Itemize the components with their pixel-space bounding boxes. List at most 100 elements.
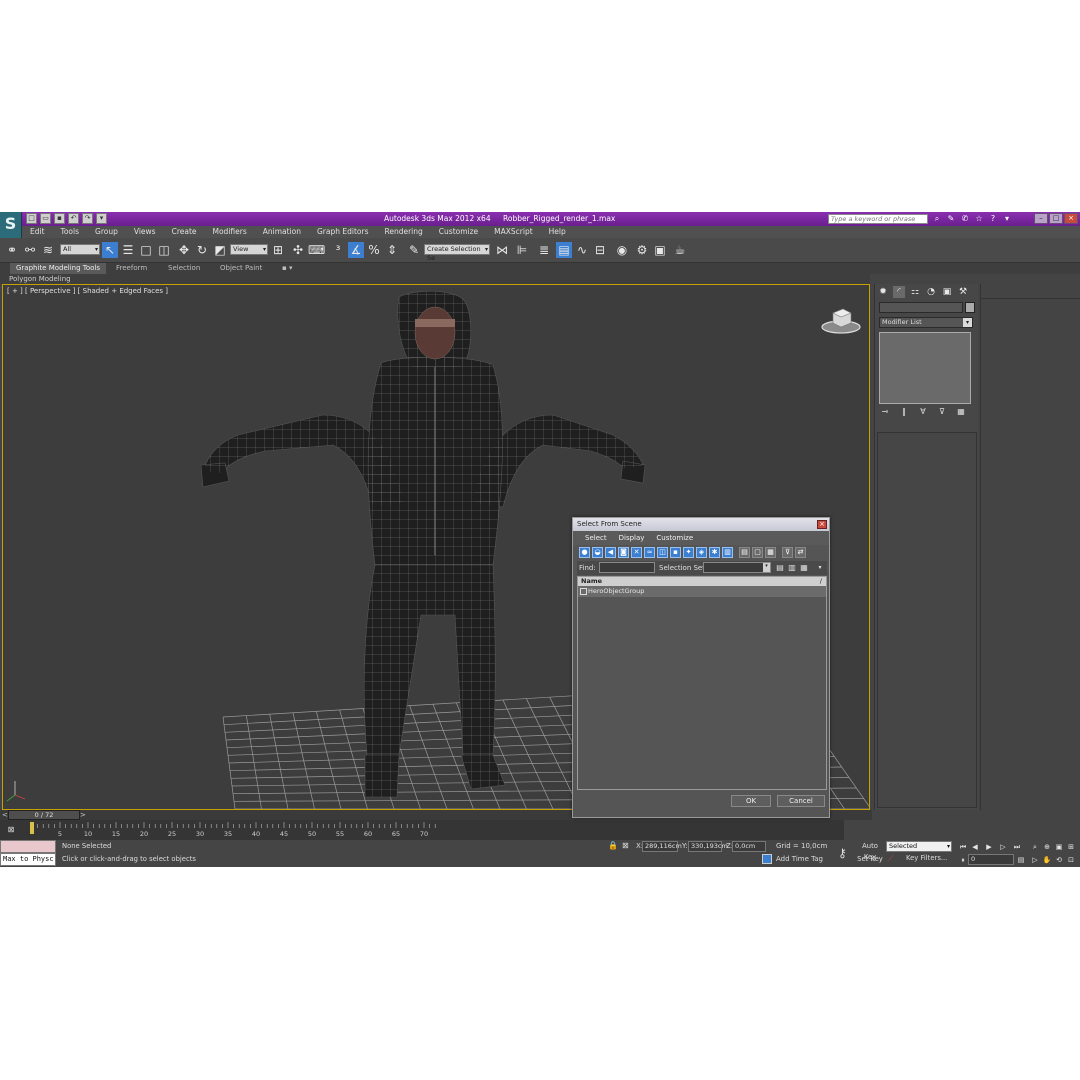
- bind-space-warp-icon[interactable]: ≋: [40, 242, 56, 258]
- menu-rendering[interactable]: Rendering: [376, 226, 430, 238]
- select-invert-icon[interactable]: ▦: [765, 547, 776, 558]
- search-input[interactable]: Type a keyword or phrase: [828, 214, 928, 224]
- menu-modifiers[interactable]: Modifiers: [205, 226, 255, 238]
- link-icon[interactable]: ⚭: [4, 242, 20, 258]
- remove-from-selection-set-icon[interactable]: ▦: [799, 562, 809, 573]
- key-mode-dropdown[interactable]: Selected ▾: [886, 841, 952, 852]
- favorites-icon[interactable]: ☆: [974, 213, 984, 224]
- maxscript-listener-input[interactable]: [0, 840, 56, 853]
- window-crossing-icon[interactable]: ◫: [156, 242, 172, 258]
- modifier-list-dropdown[interactable]: Modifier List ▾: [879, 317, 973, 328]
- align-icon[interactable]: ⊫: [514, 242, 530, 258]
- polygon-modeling-label[interactable]: Polygon Modeling: [9, 274, 71, 284]
- percent-snap-icon[interactable]: %: [366, 242, 382, 258]
- sync-selection-icon[interactable]: ⇄: [795, 547, 806, 558]
- field-of-view-icon[interactable]: ▷: [1030, 855, 1040, 865]
- tab-graphite-modeling-tools[interactable]: Graphite Modeling Tools: [10, 263, 107, 274]
- make-unique-icon[interactable]: ∀: [917, 406, 929, 418]
- reference-coordinate-dropdown[interactable]: View ▾: [230, 244, 268, 255]
- menu-create[interactable]: Create: [164, 226, 205, 238]
- rotate-icon[interactable]: ↻: [194, 242, 210, 258]
- y-coordinate-field[interactable]: 330,193cm: [688, 841, 728, 852]
- angle-snap-icon[interactable]: ∡: [348, 242, 364, 258]
- key-icon[interactable]: ⚷: [838, 846, 847, 860]
- menu-edit[interactable]: Edit: [22, 226, 53, 238]
- previous-frame-icon[interactable]: ◀: [970, 842, 980, 852]
- ok-button[interactable]: OK: [731, 795, 771, 807]
- zoom-all-icon[interactable]: ⊕: [1042, 842, 1052, 852]
- absolute-mode-icon[interactable]: ⊠: [622, 841, 629, 850]
- redo-icon[interactable]: ↷: [82, 213, 93, 224]
- add-to-selection-set-icon[interactable]: ▥: [787, 562, 797, 573]
- rendered-frame-icon[interactable]: ▣: [652, 242, 668, 258]
- selection-filter-dropdown[interactable]: All ▾: [60, 244, 100, 255]
- xref-filter-icon[interactable]: ▪: [670, 547, 681, 558]
- current-frame-field[interactable]: 0: [968, 854, 1014, 865]
- group-filter-icon[interactable]: ◫: [657, 547, 668, 558]
- hidden-filter-icon[interactable]: ▥: [722, 547, 733, 558]
- hierarchy-tab-icon[interactable]: ⚏: [909, 286, 921, 298]
- select-by-name-icon[interactable]: ☰: [120, 242, 136, 258]
- display-tab-icon[interactable]: ▣: [941, 286, 953, 298]
- set-key-button[interactable]: Set Key: [856, 854, 884, 865]
- remove-modifier-icon[interactable]: ⊽: [936, 406, 948, 418]
- key-mode-toggle-icon[interactable]: ⏸: [958, 855, 968, 865]
- dialog-menu-display[interactable]: Display: [613, 531, 651, 545]
- go-to-end-icon[interactable]: ⏭: [1012, 842, 1022, 852]
- help-icon[interactable]: ?: [988, 213, 998, 224]
- filter-icon[interactable]: ⊽: [782, 547, 793, 558]
- create-selection-set-icon[interactable]: ▤: [775, 562, 785, 573]
- zoom-icon[interactable]: ⌕: [1030, 842, 1040, 852]
- geometry-filter-icon[interactable]: ●: [579, 547, 590, 558]
- unlink-icon[interactable]: ⚯: [22, 242, 38, 258]
- ribbon-options-icon[interactable]: ▪ ▾: [276, 263, 298, 274]
- maximize-icon[interactable]: □: [1049, 213, 1063, 224]
- render-production-icon[interactable]: ☕: [672, 242, 688, 258]
- communication-icon[interactable]: ✆: [960, 213, 970, 224]
- play-icon[interactable]: ▶: [984, 842, 994, 852]
- project-folder-icon[interactable]: ▾: [96, 213, 107, 224]
- maximize-viewport-icon[interactable]: ⊡: [1066, 855, 1076, 865]
- time-configuration-icon[interactable]: ▤: [1016, 855, 1026, 865]
- frozen-filter-icon[interactable]: ✱: [709, 547, 720, 558]
- list-column-header[interactable]: Name /: [578, 577, 826, 586]
- edit-named-selection-icon[interactable]: ✎: [406, 242, 422, 258]
- open-mini-curve-editor-icon[interactable]: ⊠: [4, 823, 18, 837]
- select-manipulate-icon[interactable]: ✣: [290, 242, 306, 258]
- close-icon[interactable]: ×: [817, 520, 827, 529]
- next-frame-icon[interactable]: ▷: [998, 842, 1008, 852]
- dialog-menu-select[interactable]: Select: [579, 531, 613, 545]
- zoom-extents-all-icon[interactable]: ⊞: [1066, 842, 1076, 852]
- go-to-start-icon[interactable]: ⏮: [958, 842, 968, 852]
- shape-filter-icon[interactable]: ◒: [592, 547, 603, 558]
- pan-icon[interactable]: ✋: [1042, 855, 1052, 865]
- create-tab-icon[interactable]: ✹: [877, 286, 889, 298]
- time-slider-thumb[interactable]: 0 / 72: [8, 810, 80, 820]
- dialog-menu-customize[interactable]: Customize: [650, 531, 699, 545]
- menu-help[interactable]: Help: [541, 226, 574, 238]
- tab-object-paint[interactable]: Object Paint: [214, 263, 268, 274]
- add-time-tag-button[interactable]: Add Time Tag: [762, 854, 823, 864]
- time-slider-right-arrow[interactable]: >: [80, 811, 86, 819]
- list-item[interactable]: HeroObjectGroup: [578, 586, 826, 597]
- menu-graph-editors[interactable]: Graph Editors: [309, 226, 377, 238]
- new-file-icon[interactable]: □: [26, 213, 37, 224]
- close-icon[interactable]: ×: [1064, 213, 1078, 224]
- save-file-icon[interactable]: ▪: [54, 213, 65, 224]
- selection-set-dropdown[interactable]: ▾: [703, 562, 771, 573]
- auto-key-button[interactable]: Auto Key: [856, 841, 884, 861]
- named-selection-dropdown[interactable]: Create Selection Se ▾: [424, 244, 490, 262]
- camera-filter-icon[interactable]: ◙: [618, 547, 629, 558]
- schematic-view-icon[interactable]: ⊟: [592, 242, 608, 258]
- utilities-tab-icon[interactable]: ⚒: [957, 286, 969, 298]
- rectangular-selection-icon[interactable]: □: [138, 242, 154, 258]
- scene-object-list[interactable]: Name / HeroObjectGroup: [577, 576, 827, 790]
- expand-toolbar-icon[interactable]: ▾: [815, 562, 825, 573]
- modifier-stack[interactable]: [879, 332, 971, 404]
- configure-modifier-sets-icon[interactable]: ▦: [955, 406, 967, 418]
- current-frame-marker[interactable]: [30, 822, 34, 834]
- curve-editor-icon[interactable]: ∿: [574, 242, 590, 258]
- mirror-icon[interactable]: ⋈: [494, 242, 510, 258]
- material-editor-icon[interactable]: ◉: [614, 242, 630, 258]
- x-coordinate-field[interactable]: 289,116cm: [642, 841, 682, 852]
